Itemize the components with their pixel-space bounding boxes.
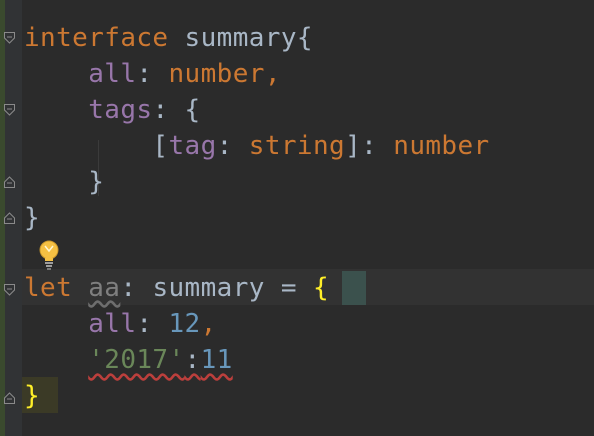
code-line[interactable]: tags: { (24, 92, 201, 128)
code-token: [ (24, 131, 169, 161)
code-line[interactable]: let aa: summary = { (24, 270, 329, 306)
fold-close-icon[interactable] (4, 212, 15, 224)
code-line[interactable]: '2017':11 (24, 342, 233, 378)
code-line[interactable]: interface summary{ (24, 20, 313, 56)
code-token: : (216, 131, 249, 161)
fold-open-icon[interactable] (4, 284, 15, 296)
code-token: : summary = (120, 273, 313, 303)
code-token: all (88, 59, 137, 89)
code-token: } (24, 381, 41, 411)
code-line[interactable]: all: 12, (24, 306, 217, 342)
code-token: summary{ (168, 23, 313, 53)
code-token: ]: (345, 131, 394, 161)
code-token: : (184, 345, 201, 375)
code-token: 12 (168, 309, 201, 339)
code-line[interactable]: } (24, 200, 40, 236)
code-token: : (136, 309, 169, 339)
fold-open-icon[interactable] (4, 32, 15, 44)
code-token: { (312, 273, 330, 303)
code-token: tag (168, 131, 217, 161)
code-token: : { (152, 95, 201, 125)
code-editor[interactable]: interface summary{ all: number, tags: { … (0, 0, 594, 436)
code-line[interactable]: } (24, 164, 104, 200)
code-line[interactable]: } (24, 378, 40, 414)
code-token: let (24, 273, 73, 303)
code-line[interactable]: [tag: string]: number (24, 128, 490, 164)
code-token: number (393, 131, 490, 161)
code-token: interface (24, 23, 169, 53)
lightbulb-icon[interactable] (36, 238, 62, 272)
code-token: tags (88, 95, 153, 125)
code-token: } (24, 167, 105, 197)
fold-close-icon[interactable] (4, 176, 15, 188)
code-token: } (24, 203, 41, 233)
code-token: : (136, 59, 169, 89)
code-token: aa (88, 273, 121, 303)
code-token: all (88, 309, 137, 339)
code-token: , (200, 309, 217, 339)
code-token: number (168, 59, 265, 89)
code-token: , (264, 59, 281, 89)
code-token: string (248, 131, 346, 161)
matched-brace-highlight (342, 271, 366, 305)
fold-close-icon[interactable] (4, 392, 15, 404)
code-token: 11 (200, 345, 233, 375)
fold-open-icon[interactable] (4, 104, 15, 116)
code-token: '2017' (88, 345, 185, 375)
code-line[interactable]: all: number, (24, 56, 281, 92)
